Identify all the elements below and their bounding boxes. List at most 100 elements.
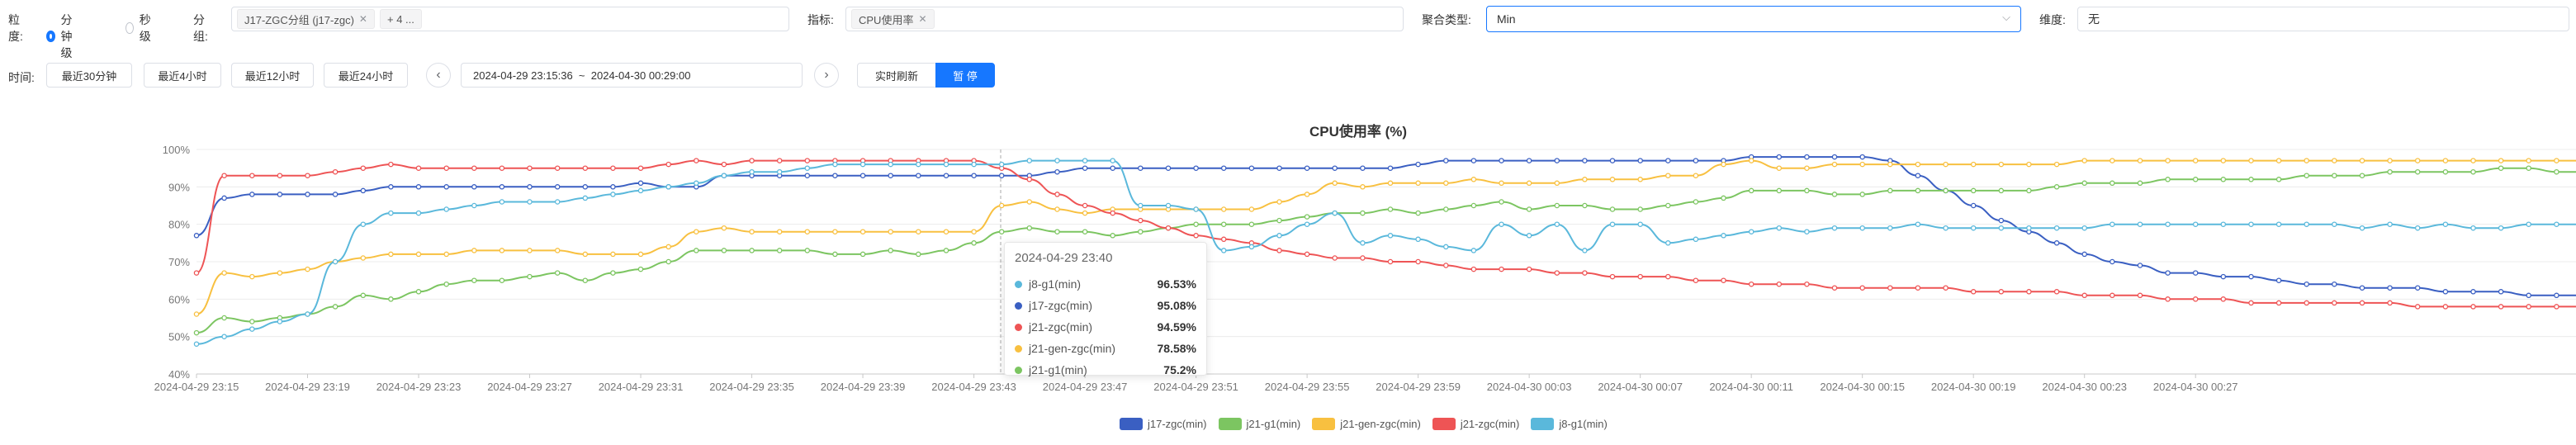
data-point[interactable] xyxy=(1360,165,1366,171)
data-point[interactable] xyxy=(1998,187,2005,194)
data-point[interactable] xyxy=(1693,158,1699,163)
data-point[interactable] xyxy=(2053,289,2060,295)
data-point[interactable] xyxy=(1360,240,1366,246)
data-point[interactable] xyxy=(2220,273,2227,280)
data-point[interactable] xyxy=(1110,165,1115,171)
data-point[interactable] xyxy=(832,173,838,178)
data-point[interactable] xyxy=(694,180,699,187)
data-point[interactable] xyxy=(1220,248,1227,253)
data-point[interactable] xyxy=(249,173,255,178)
data-point[interactable] xyxy=(1804,165,1810,171)
data-point[interactable] xyxy=(2526,165,2531,171)
data-point[interactable] xyxy=(2359,225,2365,231)
data-point[interactable] xyxy=(804,248,811,253)
data-point[interactable] xyxy=(637,266,644,272)
data-point[interactable] xyxy=(1804,281,1810,287)
data-point[interactable] xyxy=(1248,244,1255,250)
data-point[interactable] xyxy=(888,248,893,253)
data-point[interactable] xyxy=(943,248,949,253)
data-point[interactable] xyxy=(2026,225,2032,231)
data-point[interactable] xyxy=(443,184,449,190)
data-point[interactable] xyxy=(1526,233,1532,239)
data-point[interactable] xyxy=(2220,177,2227,182)
data-point[interactable] xyxy=(554,165,561,171)
data-point[interactable] xyxy=(2470,289,2476,295)
legend-item[interactable]: j21-gen-zgc(min) xyxy=(1312,418,1421,430)
data-point[interactable] xyxy=(1220,206,1227,212)
data-point[interactable] xyxy=(415,184,422,190)
data-point[interactable] xyxy=(1082,165,1088,171)
data-point[interactable] xyxy=(1915,187,1921,194)
data-point[interactable] xyxy=(1499,158,1504,163)
data-point[interactable] xyxy=(193,311,200,317)
data-point[interactable] xyxy=(1887,285,1893,291)
data-point[interactable] xyxy=(499,277,505,283)
data-point[interactable] xyxy=(1970,202,1977,209)
data-point[interactable] xyxy=(665,184,671,190)
legend-item[interactable]: j21-zgc(min) xyxy=(1432,418,1519,430)
data-point[interactable] xyxy=(1998,289,2005,295)
data-point[interactable] xyxy=(721,225,727,231)
data-point[interactable] xyxy=(1887,187,1893,194)
data-point[interactable] xyxy=(221,270,227,276)
data-point[interactable] xyxy=(2387,168,2393,175)
data-point[interactable] xyxy=(2137,180,2143,187)
data-point[interactable] xyxy=(1470,202,1477,209)
data-point[interactable] xyxy=(832,229,838,234)
data-point[interactable] xyxy=(332,168,339,175)
data-point[interactable] xyxy=(2470,168,2476,175)
data-point[interactable] xyxy=(1470,177,1477,182)
data-point[interactable] xyxy=(1165,202,1172,209)
data-point[interactable] xyxy=(1915,221,1921,227)
data-point[interactable] xyxy=(2554,168,2559,175)
data-point[interactable] xyxy=(388,161,394,168)
data-point[interactable] xyxy=(859,251,866,258)
data-point[interactable] xyxy=(610,184,616,190)
data-point[interactable] xyxy=(2137,221,2143,227)
data-point[interactable] xyxy=(2081,180,2087,187)
data-point[interactable] xyxy=(971,229,977,234)
data-point[interactable] xyxy=(415,165,422,171)
data-point[interactable] xyxy=(2220,296,2227,302)
data-point[interactable] xyxy=(471,202,477,209)
data-point[interactable] xyxy=(2192,221,2199,227)
data-point[interactable] xyxy=(2110,292,2115,299)
data-point[interactable] xyxy=(1110,210,1115,216)
data-point[interactable] xyxy=(2304,300,2309,306)
data-point[interactable] xyxy=(499,248,505,253)
data-point[interactable] xyxy=(1138,202,1144,209)
data-point[interactable] xyxy=(1360,184,1366,190)
data-point[interactable] xyxy=(1276,233,1282,239)
data-point[interactable] xyxy=(2332,173,2337,178)
data-point[interactable] xyxy=(2304,281,2309,287)
data-point[interactable] xyxy=(415,210,422,216)
data-point[interactable] xyxy=(2081,251,2087,258)
data-point[interactable] xyxy=(305,173,310,178)
data-point[interactable] xyxy=(2359,285,2365,291)
data-point[interactable] xyxy=(998,173,1005,178)
data-point[interactable] xyxy=(1499,180,1504,187)
data-point[interactable] xyxy=(1082,229,1088,234)
data-point[interactable] xyxy=(221,195,227,201)
data-point[interactable] xyxy=(1693,277,1699,283)
data-point[interactable] xyxy=(1776,165,1783,171)
data-point[interactable] xyxy=(2359,158,2365,163)
data-point[interactable] xyxy=(1554,270,1560,276)
data-point[interactable] xyxy=(2332,281,2337,287)
data-point[interactable] xyxy=(1831,285,1838,291)
data-point[interactable] xyxy=(1943,161,1949,168)
data-point[interactable] xyxy=(2498,289,2504,295)
data-point[interactable] xyxy=(1776,281,1783,287)
data-point[interactable] xyxy=(2359,300,2365,306)
data-point[interactable] xyxy=(1609,206,1616,212)
data-point[interactable] xyxy=(1970,161,1977,168)
data-point[interactable] xyxy=(2220,158,2227,163)
data-point[interactable] xyxy=(694,229,699,234)
data-point[interactable] xyxy=(2554,158,2559,163)
data-point[interactable] xyxy=(1332,255,1338,261)
data-point[interactable] xyxy=(193,341,200,347)
data-point[interactable] xyxy=(943,161,949,168)
data-point[interactable] xyxy=(998,161,1005,168)
data-point[interactable] xyxy=(1665,273,1671,280)
data-point[interactable] xyxy=(2137,263,2143,268)
